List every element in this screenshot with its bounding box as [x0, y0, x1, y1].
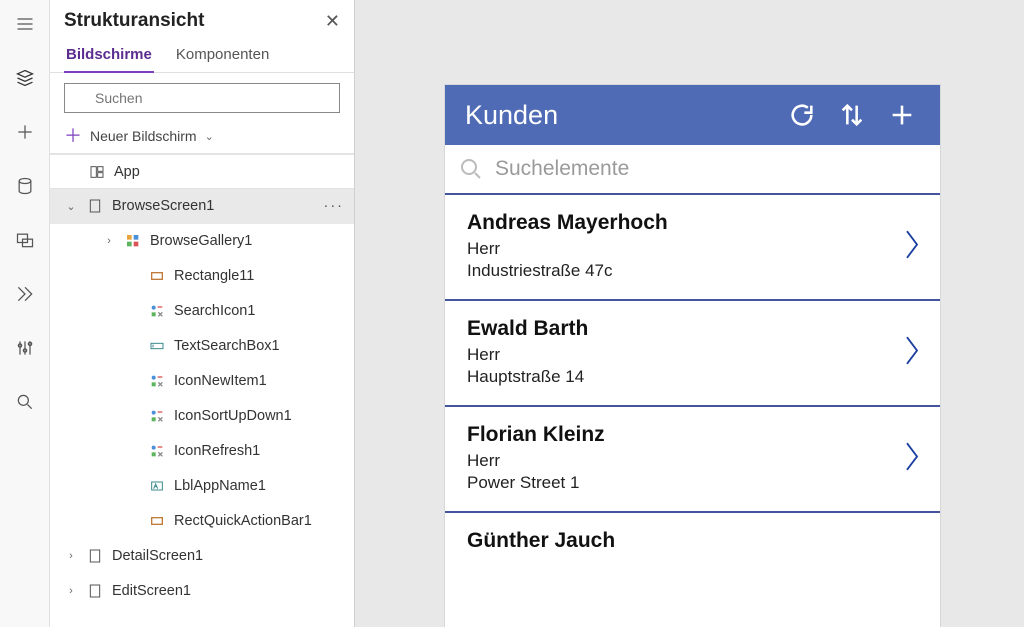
gallery-icon — [124, 232, 142, 250]
customer-name: Florian Kleinz — [467, 423, 920, 447]
screen-icon — [86, 197, 104, 215]
tree-item[interactable]: IconRefresh1 — [50, 434, 354, 469]
app-title: Kunden — [465, 100, 770, 131]
tree-item-label: App — [114, 164, 140, 180]
customer-list-item[interactable]: Ewald Barth Herr Hauptstraße 14 — [445, 301, 940, 407]
screen-icon — [86, 582, 104, 600]
tree-item[interactable]: Rectangle11 — [50, 259, 354, 294]
customer-address: Power Street 1 — [467, 473, 920, 493]
app-icon — [88, 163, 106, 181]
customer-list-item[interactable]: Florian Kleinz Herr Power Street 1 — [445, 407, 940, 513]
chevron-right-icon: › — [102, 235, 116, 247]
tree-item-label: BrowseGallery1 — [150, 233, 252, 249]
label-icon — [148, 477, 166, 495]
rectangle-icon — [148, 512, 166, 530]
chevron-right-icon — [902, 440, 922, 479]
customer-name: Andreas Mayerhoch — [467, 211, 920, 235]
search-icon — [459, 157, 483, 181]
customer-name: Günther Jauch — [467, 529, 920, 553]
customer-list-item[interactable]: Günther Jauch — [445, 513, 940, 557]
search-placeholder: Suchelemente — [495, 157, 629, 181]
control-icon — [148, 407, 166, 425]
tree-item-label: IconNewItem1 — [174, 373, 267, 389]
chevron-right-icon: › — [64, 585, 78, 597]
panel-title: Strukturansicht — [64, 10, 204, 32]
left-icon-rail — [0, 0, 50, 627]
hamburger-icon[interactable] — [9, 8, 41, 40]
new-screen-label: Neuer Bildschirm — [90, 128, 197, 144]
tree-item-label: RectQuickActionBar1 — [174, 513, 312, 529]
control-icon — [148, 442, 166, 460]
search-tools-icon[interactable] — [9, 386, 41, 418]
tree-item[interactable]: SearchIcon1 — [50, 294, 354, 329]
screen-icon — [86, 547, 104, 565]
tree-item-label: LblAppName1 — [174, 478, 266, 494]
tree-item-label: DetailScreen1 — [112, 548, 203, 564]
tree-detail-screen[interactable]: › DetailScreen1 — [50, 539, 354, 574]
chevron-right-icon — [902, 334, 922, 373]
tree-item[interactable]: LblAppName1 — [50, 469, 354, 504]
app-header: Kunden — [445, 85, 940, 145]
panel-tabs: Bildschirme Komponenten — [50, 38, 354, 73]
tree-item-label: EditScreen1 — [112, 583, 191, 599]
app-preview: Kunden Suchelemente Andreas Mayerhoch He… — [445, 85, 940, 627]
tree-item-label: TextSearchBox1 — [174, 338, 280, 354]
tree-search-input[interactable] — [64, 83, 340, 113]
tab-components[interactable]: Komponenten — [174, 38, 271, 72]
tree-item-label: BrowseScreen1 — [112, 198, 214, 214]
settings-sliders-icon[interactable] — [9, 332, 41, 364]
tree-item-label: Rectangle11 — [174, 268, 254, 284]
customer-salutation: Herr — [467, 345, 920, 365]
tree-app-root[interactable]: ▾ App — [50, 154, 354, 189]
customer-salutation: Herr — [467, 239, 920, 259]
close-icon[interactable]: ✕ — [325, 11, 340, 32]
sort-icon[interactable] — [834, 97, 870, 133]
tree-browse-gallery[interactable]: › BrowseGallery1 — [50, 224, 354, 259]
tab-screens[interactable]: Bildschirme — [64, 38, 154, 73]
tree-item[interactable]: TextSearchBox1 — [50, 329, 354, 364]
customer-salutation: Herr — [467, 451, 920, 471]
refresh-icon[interactable] — [784, 97, 820, 133]
rectangle-icon — [148, 267, 166, 285]
tree-edit-screen[interactable]: › EditScreen1 — [50, 574, 354, 609]
tree-item-label: IconSortUpDown1 — [174, 408, 292, 424]
insert-icon[interactable] — [9, 116, 41, 148]
customer-list-item[interactable]: Andreas Mayerhoch Herr Industriestraße 4… — [445, 195, 940, 301]
tree-list: ▾ App ⌄ BrowseScreen1 ··· › BrowseGaller… — [50, 154, 354, 627]
chevron-down-icon: ⌄ — [205, 130, 214, 143]
app-search-row[interactable]: Suchelemente — [445, 145, 940, 195]
more-options-icon[interactable]: ··· — [324, 198, 345, 214]
tree-view-panel: Strukturansicht ✕ Bildschirme Komponente… — [50, 0, 355, 627]
add-icon[interactable] — [884, 97, 920, 133]
data-icon[interactable] — [9, 170, 41, 202]
power-automate-icon[interactable] — [9, 278, 41, 310]
customer-address: Industriestraße 47c — [467, 261, 920, 281]
tree-item-label: SearchIcon1 — [174, 303, 255, 319]
textinput-icon — [148, 337, 166, 355]
control-icon — [148, 302, 166, 320]
tree-browse-screen[interactable]: ⌄ BrowseScreen1 ··· — [50, 189, 354, 224]
chevron-right-icon — [902, 228, 922, 267]
media-icon[interactable] — [9, 224, 41, 256]
tree-item[interactable]: RectQuickActionBar1 — [50, 504, 354, 539]
new-screen-button[interactable]: ＋ Neuer Bildschirm ⌄ — [50, 119, 354, 153]
canvas: Kunden Suchelemente Andreas Mayerhoch He… — [355, 0, 1024, 627]
tree-item[interactable]: IconSortUpDown1 — [50, 399, 354, 434]
customer-name: Ewald Barth — [467, 317, 920, 341]
tree-item[interactable]: IconNewItem1 — [50, 364, 354, 399]
customer-address: Hauptstraße 14 — [467, 367, 920, 387]
chevron-right-icon: › — [64, 550, 78, 562]
control-icon — [148, 372, 166, 390]
plus-icon: ＋ — [64, 127, 82, 145]
chevron-down-icon: ⌄ — [64, 200, 78, 213]
tree-view-icon[interactable] — [9, 62, 41, 94]
tree-item-label: IconRefresh1 — [174, 443, 260, 459]
